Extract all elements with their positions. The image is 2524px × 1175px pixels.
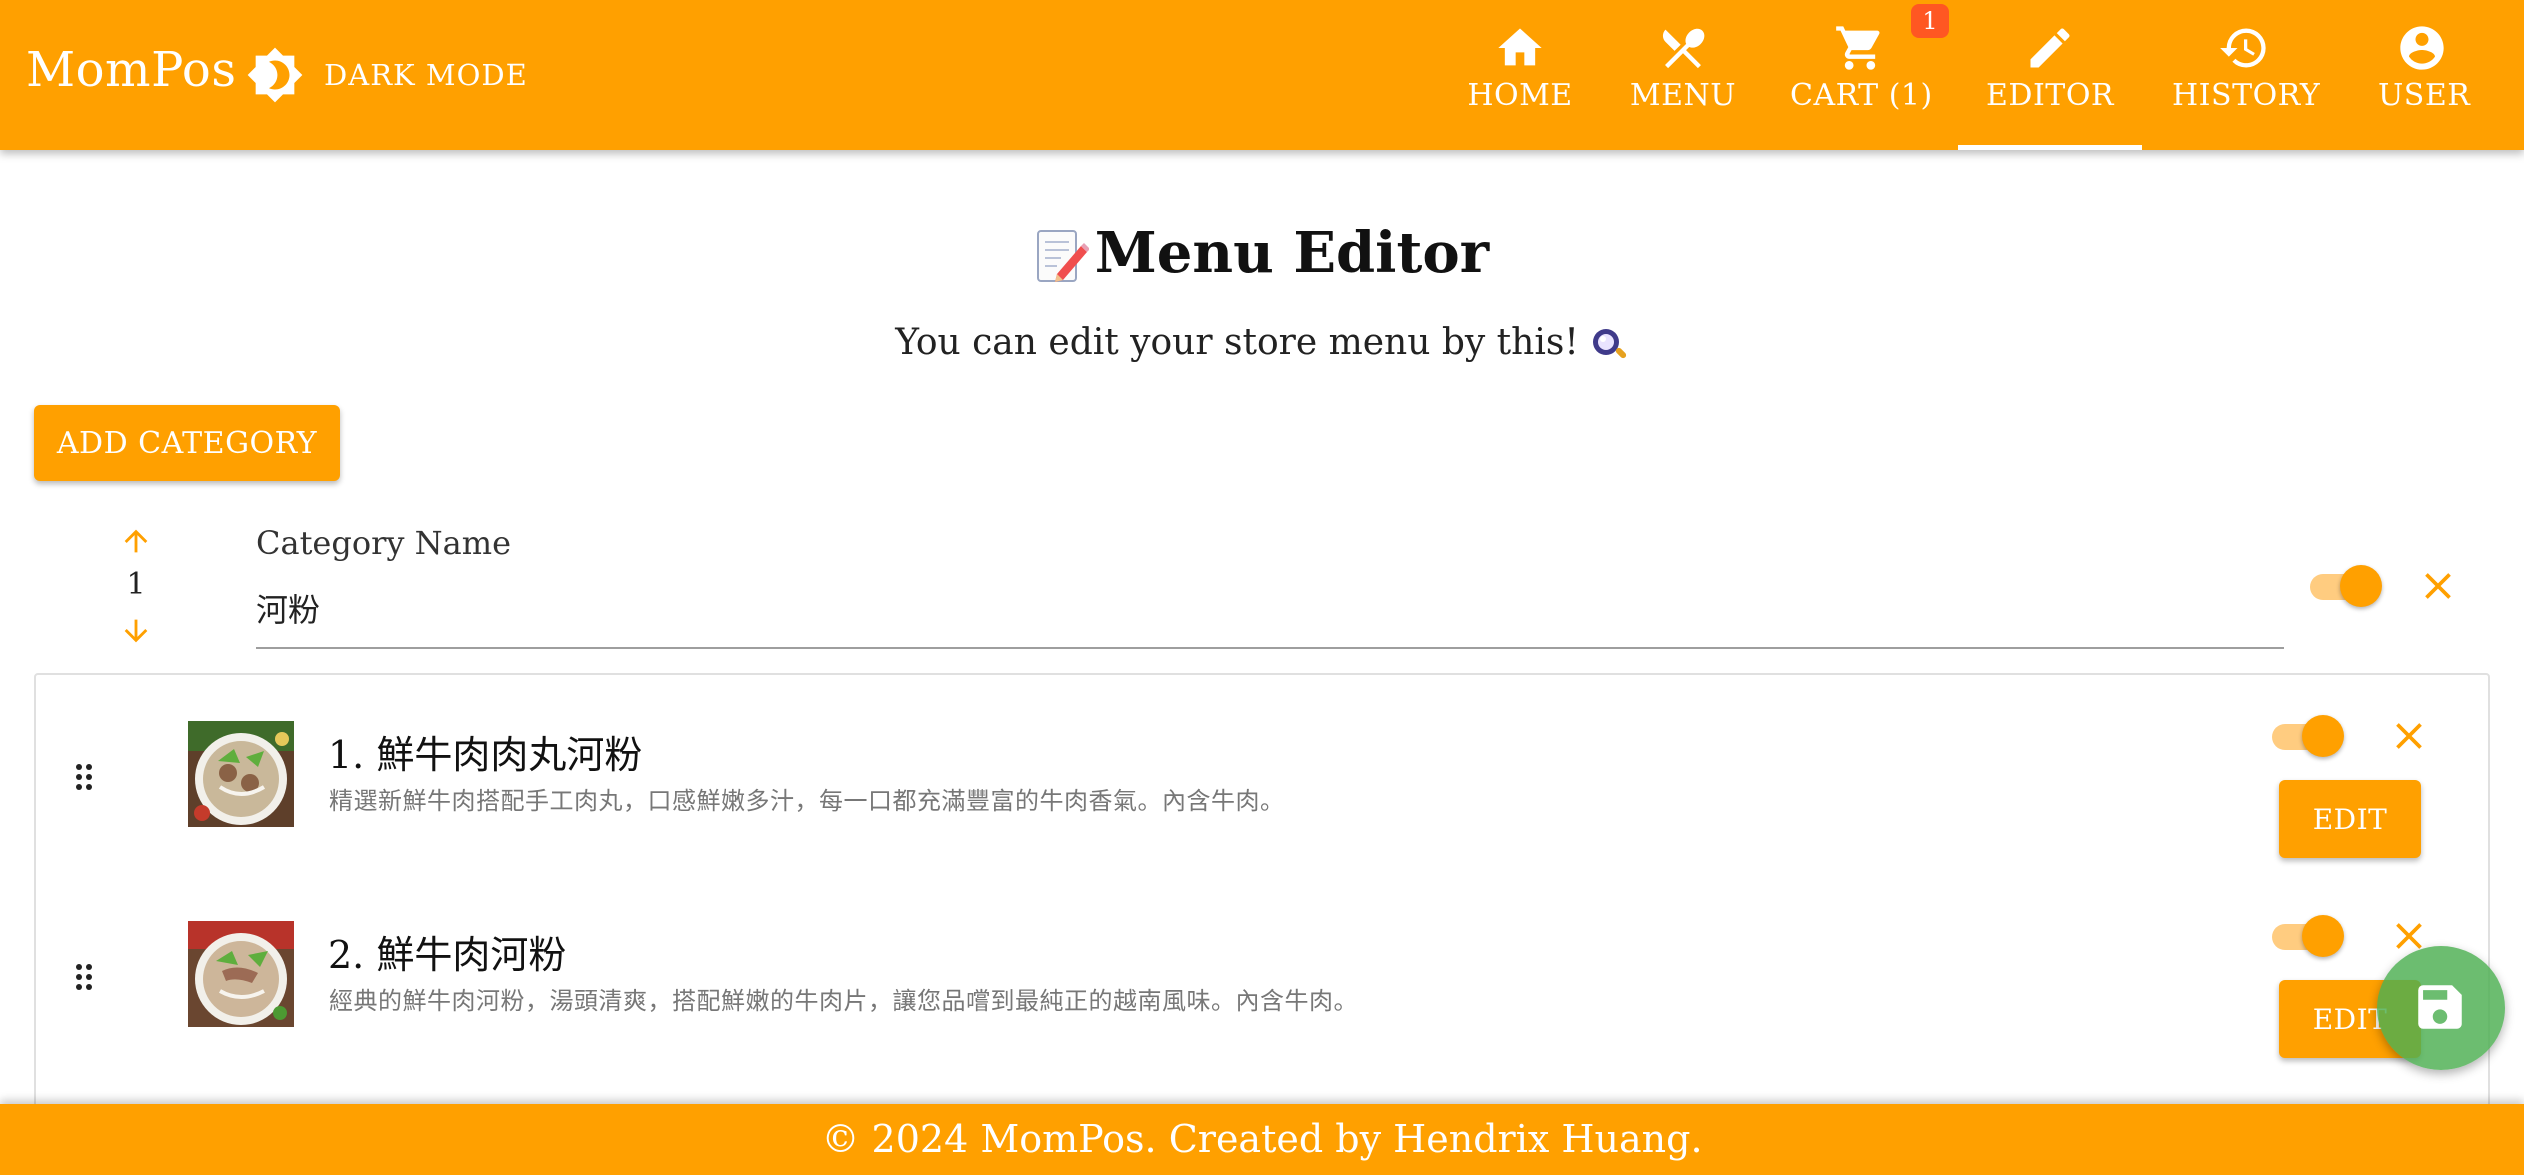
arrow-up-icon bbox=[124, 529, 148, 553]
toggle-thumb bbox=[2340, 565, 2382, 607]
nav-home[interactable]: HOME bbox=[1457, 0, 1583, 150]
item-enabled-toggle[interactable] bbox=[2268, 713, 2344, 759]
drag-dots-icon bbox=[76, 764, 92, 790]
delete-item-button[interactable] bbox=[2387, 714, 2431, 758]
home-icon bbox=[1494, 22, 1546, 74]
toggle-thumb bbox=[2302, 715, 2344, 757]
nav-user[interactable]: USER bbox=[2378, 0, 2471, 150]
move-category-up-button[interactable] bbox=[119, 524, 153, 558]
category-name-input[interactable]: 河粉 bbox=[256, 585, 2284, 649]
move-category-down-button[interactable] bbox=[119, 614, 153, 648]
brightness-icon bbox=[247, 47, 303, 103]
drag-handle[interactable] bbox=[70, 757, 100, 797]
history-icon bbox=[2218, 22, 2270, 74]
dark-mode-label: DARK MODE bbox=[324, 58, 528, 92]
add-category-button[interactable]: ADD CATEGORY bbox=[34, 405, 340, 481]
page-subtitle-row: You can edit your store menu by this! bbox=[0, 322, 2524, 365]
app-bar: MomPos DARK MODE HOME MENU CART (1) 1 ED… bbox=[0, 0, 2524, 150]
edit-item-button[interactable]: EDIT bbox=[2279, 780, 2421, 858]
utensils-icon bbox=[1657, 22, 1709, 74]
nav-cart[interactable]: CART (1) bbox=[1790, 0, 1933, 150]
footer-text: © 2024 MomPos. Created by Hendrix Huang. bbox=[821, 1117, 1703, 1161]
nav-menu-label: MENU bbox=[1629, 78, 1737, 113]
arrow-down-icon bbox=[124, 619, 148, 643]
page-subtitle: You can edit your store menu by this! bbox=[895, 322, 1579, 363]
delete-category-button[interactable] bbox=[2416, 564, 2460, 608]
category-index: 1 bbox=[126, 567, 146, 602]
page-title: Menu Editor bbox=[1094, 220, 1490, 286]
account-icon bbox=[2396, 22, 2448, 74]
nav-user-label: USER bbox=[2378, 78, 2471, 113]
nav-history[interactable]: HISTORY bbox=[2172, 0, 2321, 150]
brand-title[interactable]: MomPos bbox=[26, 42, 236, 98]
nav-editor[interactable]: EDITOR bbox=[1958, 0, 2142, 150]
pencil-icon bbox=[2024, 22, 2076, 74]
nav-editor-label: EDITOR bbox=[1986, 78, 2114, 113]
close-icon bbox=[2425, 573, 2451, 599]
cart-icon bbox=[1834, 22, 1886, 74]
item-enabled-toggle[interactable] bbox=[2268, 913, 2344, 959]
cart-count-badge: 1 bbox=[1911, 4, 1949, 38]
nav-cart-label: CART (1) bbox=[1790, 78, 1933, 113]
memo-icon bbox=[1036, 230, 1089, 283]
drag-dots-icon bbox=[76, 964, 92, 990]
category-enabled-toggle[interactable] bbox=[2306, 563, 2382, 609]
save-icon bbox=[2418, 985, 2462, 1029]
footer: © 2024 MomPos. Created by Hendrix Huang. bbox=[0, 1104, 2524, 1175]
close-icon bbox=[2396, 723, 2422, 749]
category-name-label: Category Name bbox=[256, 524, 512, 562]
dark-mode-toggle[interactable]: DARK MODE bbox=[246, 42, 528, 108]
item-photo bbox=[188, 721, 294, 827]
item-name: 1. 鮮牛肉肉丸河粉 bbox=[328, 733, 643, 777]
item-photo bbox=[188, 921, 294, 1027]
page-title-row: Menu Editor bbox=[0, 220, 2524, 286]
magnifier-icon bbox=[1592, 329, 1626, 359]
save-button[interactable] bbox=[2377, 946, 2505, 1070]
item-description: 經典的鮮牛肉河粉，湯頭清爽，搭配鮮嫩的牛肉片，讓您品嚐到最純正的越南風味。內含牛… bbox=[329, 987, 1358, 1015]
drag-handle[interactable] bbox=[70, 957, 100, 997]
nav-history-label: HISTORY bbox=[2172, 78, 2321, 113]
nav-home-label: HOME bbox=[1467, 78, 1573, 113]
item-name: 2. 鮮牛肉河粉 bbox=[328, 933, 567, 977]
nav-menu[interactable]: MENU bbox=[1625, 0, 1741, 150]
toggle-thumb bbox=[2302, 915, 2344, 957]
item-description: 精選新鮮牛肉搭配手工肉丸，口感鮮嫩多汁，每一口都充滿豐富的牛肉香氣。內含牛肉。 bbox=[329, 787, 1285, 815]
